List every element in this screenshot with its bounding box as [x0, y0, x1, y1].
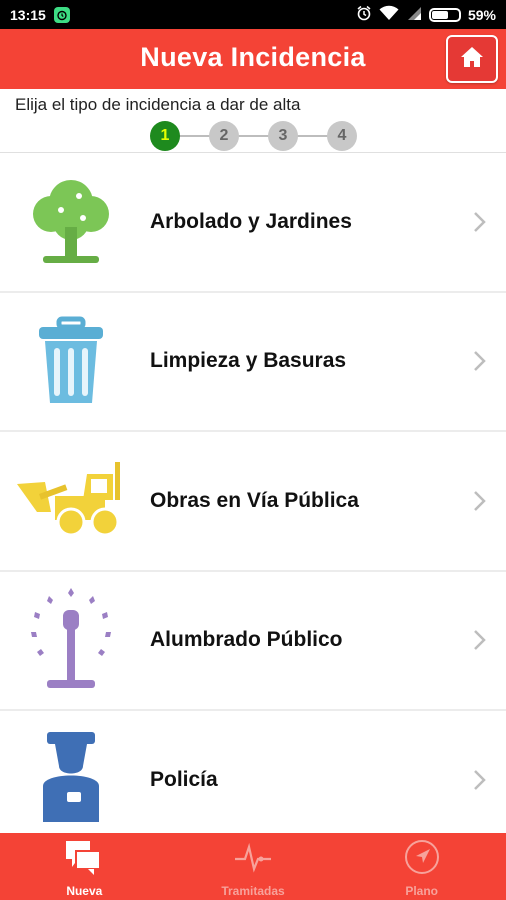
- step-4: 4: [327, 121, 357, 151]
- chat-icon: [64, 839, 104, 880]
- category-item-limpieza[interactable]: Limpieza y Basuras: [0, 293, 506, 432]
- chevron-right-icon: [474, 351, 486, 372]
- step-3: 3: [268, 121, 298, 151]
- category-item-obras[interactable]: Obras en Vía Pública: [0, 432, 506, 572]
- pulse-icon: [233, 839, 273, 880]
- alarm-icon: [356, 5, 372, 24]
- police-icon: [15, 724, 127, 833]
- nav-nueva[interactable]: Nueva: [0, 833, 169, 900]
- category-label: Policía: [150, 767, 218, 791]
- chevron-right-icon: [474, 211, 486, 232]
- signal-icon: [406, 5, 422, 24]
- category-label: Arbolado y Jardines: [150, 209, 352, 233]
- chevron-right-icon: [474, 630, 486, 651]
- step-indicator: 1 2 3 4: [150, 121, 360, 151]
- category-item-policia[interactable]: Policía: [0, 711, 506, 833]
- trash-bin-icon: [15, 305, 127, 417]
- streetlight-icon: [15, 584, 127, 696]
- status-time: 13:15: [10, 6, 46, 23]
- bulldozer-icon: [15, 445, 127, 557]
- navigation-icon: [402, 839, 442, 880]
- category-item-alumbrado[interactable]: Alumbrado Público: [0, 572, 506, 711]
- battery-icon: [428, 7, 461, 22]
- category-label: Alumbrado Público: [150, 628, 343, 652]
- chevron-right-icon: [474, 769, 486, 790]
- category-item-arbolado[interactable]: Arbolado y Jardines: [0, 153, 506, 293]
- category-label: Limpieza y Basuras: [150, 349, 347, 373]
- home-button[interactable]: [446, 35, 498, 83]
- nav-label: Tramitadas: [221, 884, 285, 898]
- app-notification-icon: [53, 6, 70, 23]
- battery-percentage: 59%: [467, 6, 496, 23]
- home-icon: [460, 46, 484, 73]
- app-bar: Nueva Incidencia: [0, 29, 506, 89]
- page-title: Nueva Incidencia: [140, 42, 366, 72]
- chevron-right-icon: [474, 490, 486, 511]
- nav-plano[interactable]: Plano: [337, 833, 506, 900]
- category-label: Obras en Vía Pública: [150, 488, 359, 512]
- instruction-text: Elija el tipo de incidencia a dar de alt…: [15, 95, 301, 114]
- step-2: 2: [209, 121, 239, 151]
- step-1: 1: [150, 121, 180, 151]
- nav-tramitadas[interactable]: Tramitadas: [169, 833, 338, 900]
- nav-label: Plano: [405, 884, 439, 898]
- status-bar: 13:15 59%: [0, 0, 506, 29]
- bottom-navigation: Nueva Tramitadas Plano: [0, 833, 506, 900]
- wifi-icon: [379, 5, 399, 24]
- category-list: Arbolado y Jardines Limpieza y Basuras O…: [0, 153, 506, 833]
- tree-icon: [15, 166, 127, 278]
- nav-label: Nueva: [66, 884, 103, 898]
